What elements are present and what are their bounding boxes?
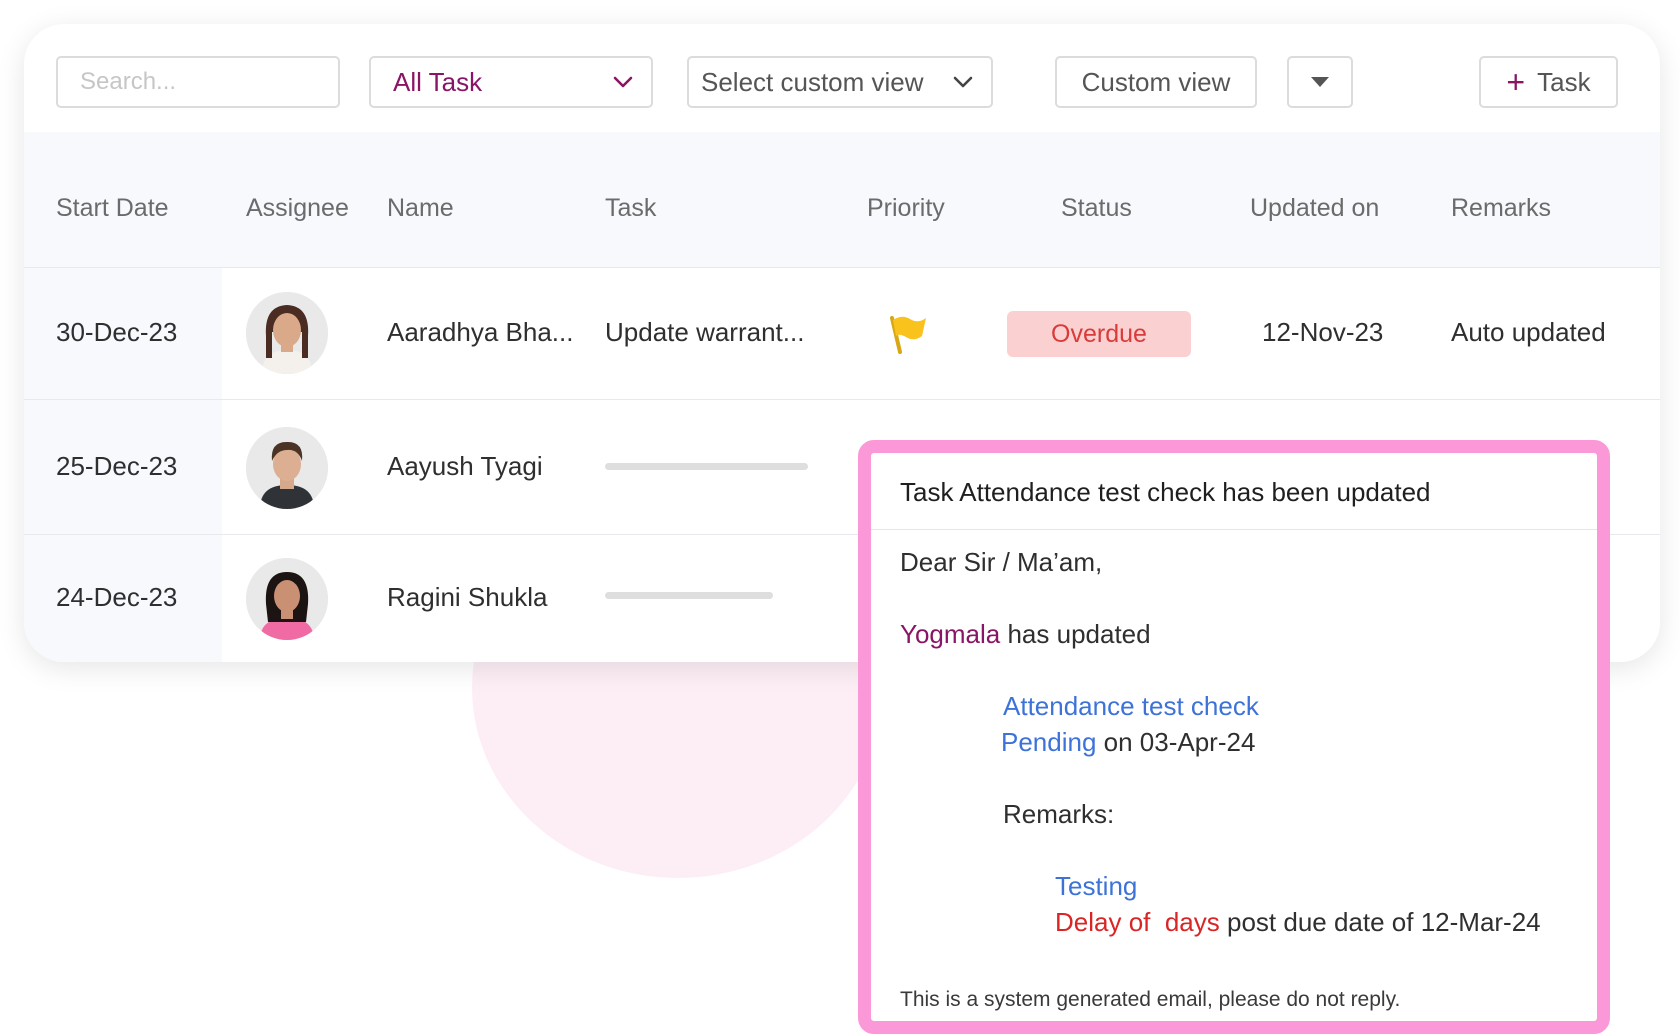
email-greeting: Dear Sir / Ma’am,: [900, 547, 1103, 577]
email-header: Task Attendance test check has been upda…: [871, 453, 1597, 530]
remarks-value: Testing: [1055, 871, 1138, 901]
start-date: 30-Dec-23: [56, 317, 178, 347]
status-badge-label: Overdue: [1051, 319, 1147, 348]
flag-icon[interactable]: [886, 312, 930, 356]
column-header-updated-on[interactable]: Updated on: [1250, 194, 1379, 223]
delay-text: Delay of: [1055, 907, 1151, 937]
delay-suffix: post due date of 12-Mar-24: [1227, 907, 1541, 937]
custom-view-button[interactable]: Custom view: [1055, 56, 1257, 108]
start-date: 24-Dec-23: [56, 582, 178, 612]
status-date: on 03-Apr-24: [1103, 727, 1256, 757]
column-header-name[interactable]: Name: [387, 194, 454, 223]
email-subject: Task Attendance test check has been upda…: [900, 477, 1431, 507]
task-placeholder-bar: [605, 463, 808, 470]
updater-name[interactable]: Yogmala: [900, 619, 1000, 649]
task-link[interactable]: Attendance test check: [1003, 691, 1259, 722]
remarks: Auto updated: [1451, 317, 1606, 347]
avatar-woman-icon: [246, 292, 328, 374]
delay-line: Delay of days post due date of 12-Mar-24: [1055, 907, 1541, 938]
assignee-name[interactable]: Aaradhya Bha...: [387, 317, 573, 348]
custom-view-select[interactable]: Select custom view: [687, 56, 993, 108]
toolbar: All Task Select custom view Custom view …: [24, 24, 1660, 132]
updated-on: 12-Nov-23: [1262, 317, 1384, 347]
column-header-priority[interactable]: Priority: [867, 194, 945, 223]
view-options-dropdown[interactable]: [1287, 56, 1353, 108]
custom-view-button-label: Custom view: [1081, 66, 1231, 97]
caret-down-icon: [1311, 77, 1329, 87]
start-date: 25-Dec-23: [56, 451, 178, 481]
task-placeholder-bar: [605, 592, 773, 599]
assignee-name[interactable]: Aayush Tyagi: [387, 451, 543, 482]
task-name[interactable]: Update warrant...: [605, 317, 804, 348]
email-footer: This is a system generated email, please…: [900, 988, 1401, 1011]
column-header-status[interactable]: Status: [1061, 194, 1132, 223]
status-line: Pending on 03-Apr-24: [1001, 727, 1255, 758]
status-value: Pending: [1001, 727, 1097, 757]
column-header-remarks[interactable]: Remarks: [1451, 194, 1551, 223]
search-input[interactable]: [80, 68, 338, 96]
assignee-name[interactable]: Ragini Shukla: [387, 582, 547, 613]
task-filter-label: All Task: [393, 66, 483, 97]
email-notification: Task Attendance test check has been upda…: [858, 440, 1610, 1034]
email-update-line: Yogmala has updated: [900, 619, 1151, 650]
task-filter-dropdown[interactable]: All Task: [369, 56, 653, 108]
column-header-task[interactable]: Task: [605, 194, 656, 223]
avatar[interactable]: [246, 558, 328, 640]
plus-icon: +: [1506, 64, 1526, 100]
status-badge: Overdue: [1007, 311, 1191, 357]
column-header-assignee[interactable]: Assignee: [246, 194, 349, 223]
table-row[interactable]: 30-Dec-23 Aaradhya Bha... Update warrant…: [24, 268, 1660, 400]
add-task-label: Task: [1537, 66, 1591, 97]
chevron-down-icon: [613, 76, 633, 88]
add-task-button[interactable]: + Task: [1479, 56, 1618, 108]
chevron-down-icon: [953, 76, 973, 88]
remarks-label: Remarks:: [1003, 799, 1115, 829]
updated-text: has updated: [1007, 619, 1151, 649]
column-header-start-date[interactable]: Start Date: [56, 194, 169, 223]
avatar[interactable]: [246, 427, 328, 509]
delay-days: days: [1164, 907, 1220, 937]
avatar-man-icon: [246, 427, 328, 509]
table-header: Start Date Assignee Name Task Priority S…: [24, 132, 1660, 268]
avatar-woman-icon: [246, 558, 328, 640]
search-box[interactable]: [56, 56, 340, 108]
custom-view-select-label: Select custom view: [701, 66, 924, 97]
avatar[interactable]: [246, 292, 328, 374]
